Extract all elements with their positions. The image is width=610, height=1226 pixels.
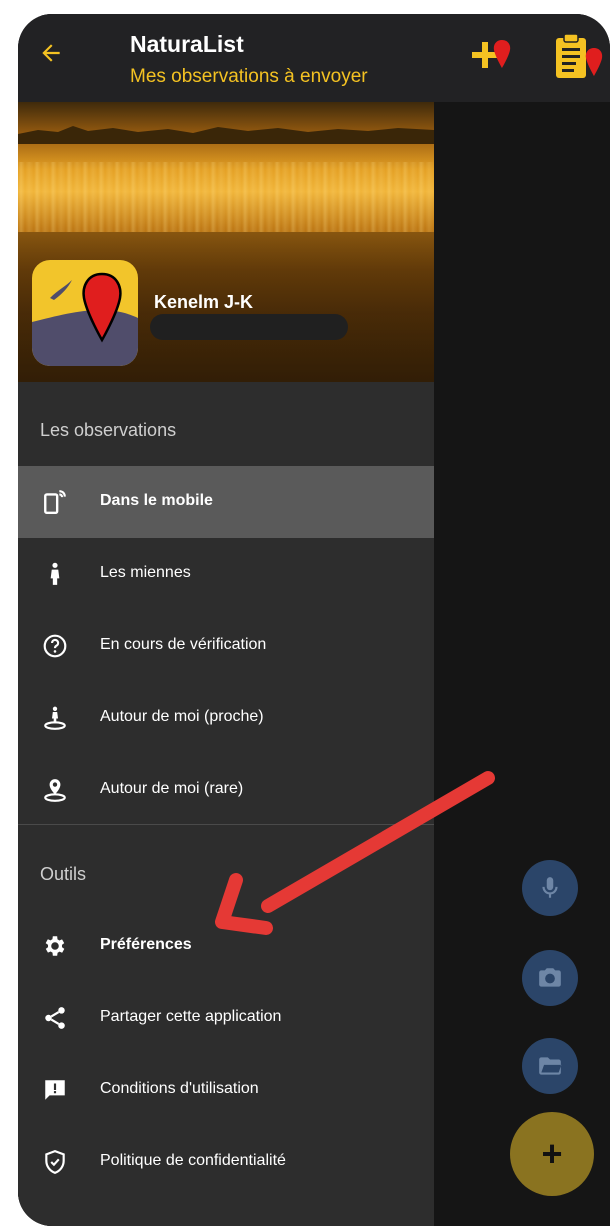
share-icon: [40, 1003, 70, 1033]
nav-item-label: Autour de moi (proche): [100, 708, 264, 725]
nav-item-autour-rare[interactable]: Autour de moi (rare): [18, 754, 434, 826]
nav-item-label: En cours de vérification: [100, 636, 267, 653]
section-label-observations: Les observations: [40, 420, 177, 440]
camera-fab[interactable]: [522, 950, 578, 1006]
nav-item-label: Partager cette application: [100, 1008, 282, 1025]
folder-fab[interactable]: [522, 1038, 578, 1094]
user-name: Kenelm J-K: [154, 292, 254, 312]
nav-item-autour-proche[interactable]: Autour de moi (proche): [18, 682, 434, 754]
app-title: NaturaList: [130, 31, 244, 57]
microphone-icon: [542, 877, 558, 898]
add-observation-icon[interactable]: [470, 34, 514, 78]
nav-item-politique[interactable]: Politique de confidentialité: [18, 1126, 434, 1198]
navigation-drawer: Kenelm J-K Les observations Dans le mobi…: [18, 102, 434, 1226]
nav-item-partager[interactable]: Partager cette application: [18, 982, 434, 1054]
nav-item-en-cours-de-verification[interactable]: En cours de vérification: [18, 610, 434, 682]
person-icon: [40, 559, 70, 589]
app-bar: NaturaList Mes observations à envoyer: [18, 14, 610, 102]
clipboard-pin-icon[interactable]: [552, 32, 606, 82]
section-divider: [18, 824, 434, 825]
folder-open-icon: [539, 1057, 562, 1075]
nav-item-label: Dans le mobile: [100, 492, 213, 509]
section-label-outils: Outils: [40, 864, 87, 884]
shield-check-icon: [40, 1147, 70, 1177]
nav-item-label: Les miennes: [100, 564, 191, 581]
nav-item-les-miennes[interactable]: Les miennes: [18, 538, 434, 610]
camera-icon: [539, 968, 561, 987]
add-label: +: [541, 1133, 563, 1174]
mic-fab[interactable]: [522, 860, 578, 916]
nav-item-preferences[interactable]: Préférences: [18, 910, 434, 982]
drawer-header: Kenelm J-K: [18, 102, 434, 382]
nav-item-dans-le-mobile[interactable]: Dans le mobile: [18, 466, 434, 538]
add-fab[interactable]: +: [510, 1112, 594, 1196]
phone-sync-icon: [40, 487, 70, 517]
app-logo: [32, 260, 138, 366]
water-reflection: [18, 162, 434, 232]
header-background-image: [18, 126, 434, 144]
nav-item-label: Préférences: [100, 936, 192, 953]
app-subtitle: Mes observations à envoyer: [130, 66, 368, 87]
feedback-icon: [40, 1075, 70, 1105]
phone-screen: NaturaList Mes observations à envoyer + …: [18, 14, 610, 1226]
gear-icon: [40, 931, 70, 961]
location-pin-circle-icon: [40, 775, 70, 805]
question-circle-icon: [40, 631, 70, 661]
nav-item-conditions[interactable]: Conditions d'utilisation: [18, 1054, 434, 1126]
nav-item-label: Politique de confidentialité: [100, 1152, 286, 1169]
redacted-email: [150, 314, 348, 340]
back-arrow-icon[interactable]: [38, 40, 64, 66]
person-pin-circle-icon: [40, 703, 70, 733]
nav-item-label: Autour de moi (rare): [100, 780, 244, 797]
nav-item-label: Conditions d'utilisation: [100, 1080, 259, 1097]
